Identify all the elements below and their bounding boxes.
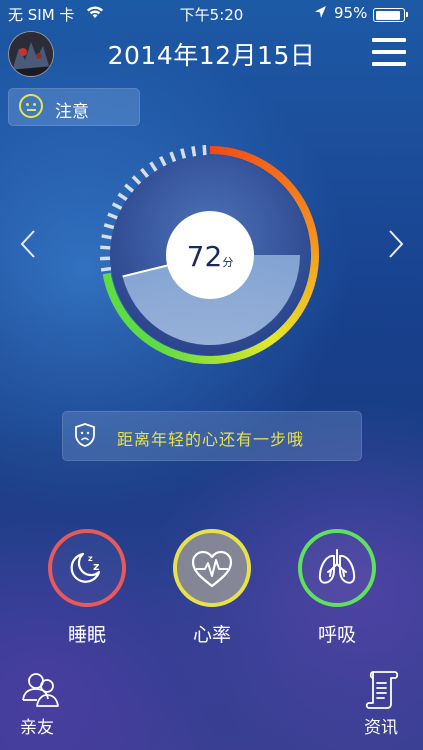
breathing-label: 呼吸	[317, 624, 356, 646]
gauge-tick	[107, 212, 118, 220]
score-label: 72分	[175, 240, 245, 273]
battery-icon	[373, 8, 405, 22]
score-unit: 分	[222, 256, 234, 269]
heart-rate-label: 心率	[192, 624, 231, 646]
gauge-tick	[117, 192, 128, 202]
gauge-tick	[202, 145, 207, 156]
gauge-tick	[180, 148, 187, 159]
breathing-ring	[298, 529, 376, 607]
status-bar: 无 SIM 卡 下午5:20 95%	[0, 0, 423, 28]
message-box: 距离年轻的心还有一步哦	[62, 411, 362, 461]
gauge-tick	[103, 223, 115, 230]
gauge-tick	[100, 245, 111, 250]
heart-rate-ring	[173, 529, 251, 607]
neutral-face-icon	[19, 94, 43, 118]
sleep-label: 睡眠	[67, 624, 106, 646]
gauge-tick	[101, 234, 112, 240]
gauge-tick	[140, 167, 150, 178]
gauge-tick	[169, 151, 177, 163]
gauge-tick	[111, 202, 123, 210]
svg-text:z: z	[88, 554, 93, 563]
status-chip[interactable]: 注意	[8, 88, 140, 126]
heart-rate-button[interactable]	[172, 528, 252, 608]
sleep-button[interactable]: z z	[47, 528, 127, 608]
location-arrow-icon	[315, 6, 326, 18]
gauge-tick	[191, 146, 197, 157]
gauge-tick	[124, 183, 135, 193]
battery-percent-text: 95%	[334, 4, 368, 22]
gauge-tick	[131, 175, 142, 185]
sleep-ring: z z	[48, 529, 126, 607]
chevron-right-icon[interactable]	[386, 228, 406, 260]
chevron-left-icon[interactable]	[18, 228, 38, 260]
status-label: 注意	[55, 102, 89, 122]
news-label[interactable]: 资讯	[364, 713, 398, 738]
gauge-tick	[100, 266, 112, 272]
gauge-tick	[149, 161, 158, 172]
sad-face-shield-icon	[75, 423, 95, 447]
message-text: 距离年轻的心还有一步哦	[117, 430, 305, 449]
breathing-button[interactable]	[297, 528, 377, 608]
friends-label[interactable]: 亲友	[20, 713, 54, 738]
score-value: 72	[186, 240, 223, 273]
scroll-news-icon[interactable]	[361, 668, 403, 710]
gauge-tick	[159, 155, 167, 167]
friends-icon[interactable]	[20, 668, 62, 710]
page-title: 2014年12月15日	[107, 41, 316, 70]
menu-button[interactable]	[372, 38, 406, 66]
gauge-arc-segment	[102, 272, 112, 280]
svg-text:z: z	[93, 560, 99, 573]
battery-tip	[406, 12, 408, 17]
